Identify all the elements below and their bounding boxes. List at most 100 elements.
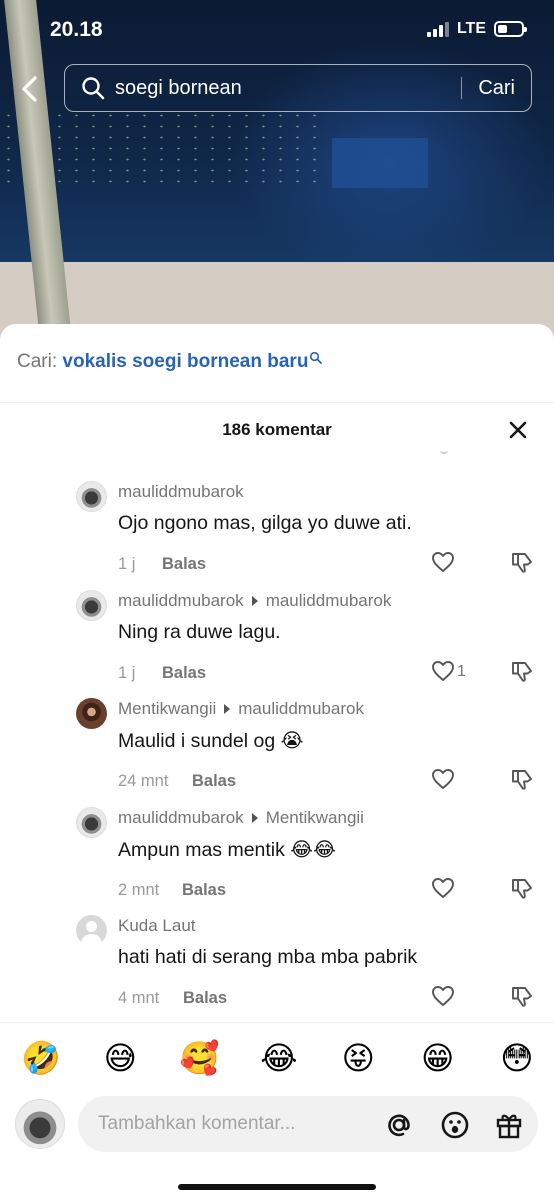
reply-button[interactable]: Balas — [182, 881, 226, 900]
mention-button[interactable] — [384, 1110, 414, 1140]
comment-text: Ampun mas mentik 😂😂 — [118, 838, 336, 861]
reply-button[interactable]: Balas — [192, 772, 236, 791]
like-button[interactable] — [431, 550, 455, 574]
divider — [0, 402, 554, 403]
search-query[interactable]: soegi bornean — [115, 77, 461, 100]
comment-time: 24 mnt — [118, 772, 169, 790]
at-icon — [388, 1114, 410, 1137]
emoji-hearts[interactable]: 🥰 — [177, 1038, 223, 1078]
home-indicator — [178, 1184, 376, 1190]
thumbs-down-icon — [512, 770, 532, 790]
comment-item: mauliddmubarok Ojo ngono mas, gilga yo d… — [0, 476, 554, 585]
avatar[interactable] — [76, 481, 107, 512]
emoji-sweat-smile[interactable]: 😅 — [97, 1038, 143, 1078]
heart-icon — [432, 552, 454, 572]
reply-arrow-icon — [251, 812, 258, 823]
reply-to-username[interactable]: mauliddmubarok — [238, 699, 364, 719]
comment-time: 2 mnt — [118, 880, 160, 899]
emoji-button[interactable] — [440, 1110, 470, 1140]
comment-text: Ning ra duwe lagu. — [118, 620, 281, 643]
suggestion-query[interactable]: vokalis soegi bornean baru — [62, 351, 308, 372]
thumbs-down-icon — [512, 878, 532, 899]
dislike-button[interactable] — [510, 767, 534, 791]
comment-text: hati hati di serang mba mba pabrik — [118, 946, 418, 968]
heart-icon — [432, 877, 454, 898]
comment-input-placeholder: Tambahkan komentar... — [98, 1113, 296, 1134]
dislike-button[interactable] — [510, 550, 534, 574]
like-button[interactable] — [431, 767, 455, 791]
comment-username[interactable]: mauliddmubarok — [118, 591, 244, 611]
scroll-hint — [440, 450, 448, 454]
reply-arrow-icon — [251, 595, 258, 606]
comment-username[interactable]: mauliddmubarok — [118, 482, 244, 502]
comment-item: Kuda Laut hati hati di serang mba mba pa… — [0, 910, 554, 1019]
emoji-grin[interactable]: 😁 — [415, 1038, 461, 1078]
emoji-rofl[interactable]: 🤣 — [18, 1038, 64, 1078]
thumbs-down-icon — [512, 987, 532, 1007]
search-bar[interactable]: soegi bornean Cari — [64, 64, 532, 112]
comment-username[interactable]: mauliddmubarok — [118, 808, 244, 828]
comment-username[interactable]: Mentikwangii — [118, 699, 216, 719]
comment-meta: Kuda Laut — [118, 916, 196, 936]
comment-text: Ojo ngono mas, gilga yo duwe ati. — [118, 512, 412, 534]
reply-button[interactable]: Balas — [162, 555, 206, 574]
like-button[interactable] — [431, 876, 455, 900]
search-icon — [310, 351, 323, 364]
comment-list: mauliddmubarok Ojo ngono mas, gilga yo d… — [0, 476, 554, 1019]
dislike-button[interactable] — [510, 659, 534, 683]
comment-meta: mauliddmubarok — [118, 482, 244, 502]
search-icon — [82, 77, 105, 100]
search-submit-button[interactable]: Cari — [478, 77, 515, 100]
gift-button[interactable] — [494, 1110, 524, 1140]
search-suggestion[interactable]: Cari: vokalis soegi bornean baru — [17, 351, 323, 373]
dislike-button[interactable] — [510, 984, 534, 1008]
like-count: 1 — [457, 662, 466, 680]
comment-time: 1 j — [118, 555, 136, 573]
comments-sheet: Cari: vokalis soegi bornean baru 186 kom… — [0, 324, 554, 1200]
reply-button[interactable]: Balas — [162, 664, 206, 683]
avatar[interactable] — [76, 698, 107, 729]
comment-meta: mauliddmubarok Mentikwangii — [118, 808, 364, 828]
gift-icon — [496, 1114, 522, 1139]
comment-username[interactable]: Kuda Laut — [118, 916, 196, 936]
close-icon — [509, 421, 527, 439]
current-user-avatar — [15, 1099, 65, 1149]
reply-button[interactable]: Balas — [183, 989, 227, 1008]
reply-to-username[interactable]: mauliddmubarok — [266, 591, 392, 611]
avatar[interactable] — [76, 915, 107, 946]
signal-icon — [426, 21, 449, 37]
video-background — [0, 0, 554, 340]
divider — [0, 1022, 554, 1023]
status-time: 20.18 — [50, 18, 103, 41]
reply-to-username[interactable]: Mentikwangii — [266, 808, 364, 828]
thumbs-down-icon — [512, 553, 532, 573]
emoji-flushed[interactable]: 😳 — [494, 1038, 540, 1078]
video-light-panel — [332, 138, 428, 188]
comment-item: Mentikwangii mauliddmubarok Maulid i sun… — [0, 693, 554, 802]
thumbs-down-icon — [512, 661, 532, 682]
heart-icon — [432, 660, 454, 681]
comment-input[interactable]: Tambahkan komentar... — [78, 1096, 538, 1152]
close-button[interactable] — [506, 418, 530, 442]
like-button[interactable] — [431, 984, 455, 1008]
comment-item: mauliddmubarok mauliddmubarok Ning ra du… — [0, 585, 554, 694]
chevron-left-icon — [22, 76, 37, 102]
back-button[interactable] — [14, 72, 48, 106]
avatar[interactable] — [76, 806, 107, 838]
search-divider — [461, 77, 463, 99]
quick-emoji-bar: 🤣 😅 🥰 😂 😝 😁 😳 — [0, 1038, 554, 1078]
heart-icon — [432, 986, 454, 1006]
comment-item: mauliddmubarok Mentikwangii Ampun mas me… — [0, 802, 554, 911]
heart-icon — [432, 769, 454, 789]
emoji-joy[interactable]: 😂 — [256, 1038, 302, 1078]
battery-icon — [494, 21, 527, 37]
suggestion-label: Cari: — [17, 351, 58, 372]
smiley-icon — [441, 1111, 469, 1139]
comment-time: 1 j — [118, 663, 136, 682]
dislike-button[interactable] — [510, 876, 534, 900]
avatar[interactable] — [76, 589, 107, 621]
emoji-tongue[interactable]: 😝 — [335, 1038, 381, 1078]
status-indicators: LTE — [426, 20, 527, 38]
comment-text: Maulid i sundel og 😭 — [118, 730, 304, 752]
like-button[interactable] — [431, 659, 455, 683]
